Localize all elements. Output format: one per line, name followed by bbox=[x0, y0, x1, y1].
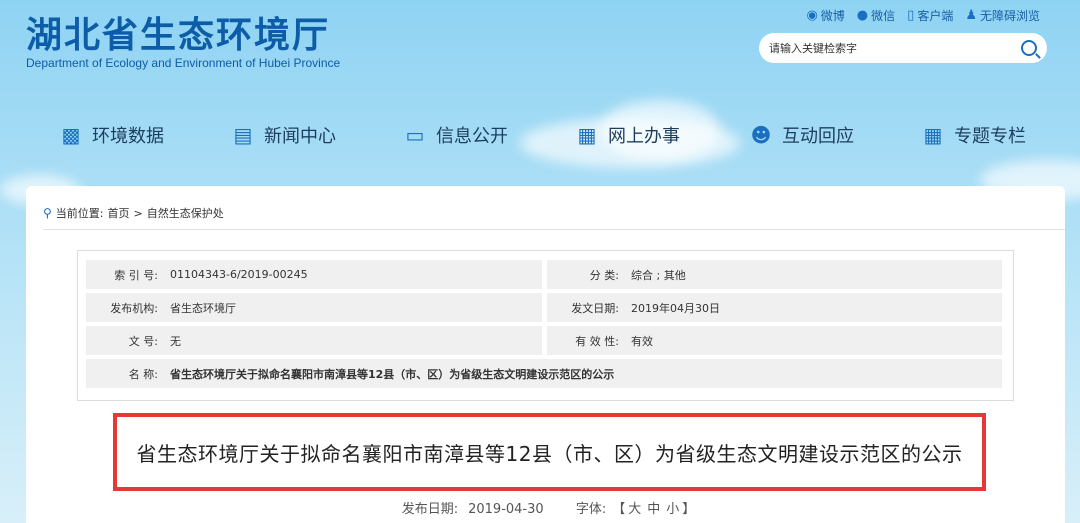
nav-label: 新闻中心 bbox=[264, 126, 336, 147]
meta-cell-validity: 有 效 性: 有效 bbox=[547, 326, 1002, 355]
meta-cell-category: 分 类: 综合 ; 其他 bbox=[547, 260, 1002, 289]
meta-label: 发布机构: bbox=[110, 301, 158, 315]
publish-date-label: 发布日期: bbox=[401, 502, 459, 517]
meta-cell-docno: 文 号: 无 bbox=[86, 326, 542, 355]
breadcrumb-home[interactable]: 首页 bbox=[108, 205, 130, 221]
document-meta-table: 索 引 号: 01104343-6/2019-00245 分 类: 综合 ; 其… bbox=[77, 250, 1014, 401]
meta-row: 索 引 号: 01104343-6/2019-00245 分 类: 综合 ; 其… bbox=[86, 260, 1005, 289]
meta-cell-index: 索 引 号: 01104343-6/2019-00245 bbox=[86, 260, 542, 289]
search-box[interactable]: 请输入关键检索字 bbox=[759, 33, 1047, 63]
font-size-open: 【 bbox=[612, 502, 626, 517]
main-nav: ▩ 环境数据 ▤ 新闻中心 ▭ 信息公开 ▦ 网上办事 ☻ 互动回应 ▦ 专题专… bbox=[0, 118, 1080, 152]
meta-label: 索 引 号: bbox=[114, 268, 158, 282]
wechat-icon: ● bbox=[856, 8, 869, 23]
nav-item-news[interactable]: ▤ 新闻中心 bbox=[232, 118, 336, 152]
nav-label: 环境数据 bbox=[92, 126, 164, 147]
meta-label: 分 类: bbox=[589, 268, 619, 282]
meta-value: 综合 ; 其他 bbox=[631, 268, 686, 282]
nav-item-env-data[interactable]: ▩ 环境数据 bbox=[60, 118, 164, 152]
nav-item-interaction[interactable]: ☻ 互动回应 bbox=[750, 118, 854, 152]
monitor-icon: ▭ bbox=[405, 123, 425, 147]
meta-row: 名 称: 省生态环境厅关于拟命名襄阳市南漳县等12县（市、区）为省级生态文明建设… bbox=[86, 359, 1005, 388]
news-icon: ▤ bbox=[233, 123, 253, 147]
breadcrumb-separator: > bbox=[133, 206, 143, 220]
nav-item-info-public[interactable]: ▭ 信息公开 bbox=[404, 118, 508, 152]
mobile-client-link[interactable]: ▯ 客户端 bbox=[907, 7, 953, 24]
breadcrumb-prefix: 当前位置: bbox=[55, 207, 104, 220]
site-title-cn: 湖北省生态环境厅 bbox=[26, 14, 331, 56]
content-panel: ⚲ 当前位置: 首页 > 自然生态保护处 索 引 号: 01104343-6/2… bbox=[26, 186, 1065, 523]
mobile-client-label: 客户端 bbox=[917, 9, 954, 23]
mobile-icon: ▯ bbox=[907, 8, 915, 23]
top-links: ◉ 微博 ● 微信 ▯ 客户端 ♟ 无障碍浏览 bbox=[806, 7, 1040, 24]
nav-label: 网上办事 bbox=[608, 126, 680, 147]
wechat-link[interactable]: ● 微信 bbox=[857, 7, 895, 24]
meta-row: 发布机构: 省生态环境厅 发文日期: 2019年04月30日 bbox=[86, 293, 1005, 322]
weibo-icon: ◉ bbox=[806, 8, 818, 23]
accessibility-icon: ♟ bbox=[965, 8, 977, 23]
meta-value: 省生态环境厅关于拟命名襄阳市南漳县等12县（市、区）为省级生态文明建设示范区的公… bbox=[170, 367, 615, 381]
site-title-en: Department of Ecology and Environment of… bbox=[26, 56, 341, 70]
font-medium-button[interactable]: 中 bbox=[647, 502, 660, 517]
article-title: 省生态环境厅关于拟命名襄阳市南漳县等12县（市、区）为省级生态文明建设示范区的公… bbox=[136, 441, 963, 466]
nav-label: 信息公开 bbox=[436, 126, 508, 147]
breadcrumb: ⚲ 当前位置: 首页 > 自然生态保护处 bbox=[43, 205, 224, 221]
meta-value: 2019年04月30日 bbox=[631, 301, 720, 315]
meta-label: 有 效 性: bbox=[575, 334, 619, 348]
nav-item-special-topics[interactable]: ▦ 专题专栏 bbox=[922, 118, 1026, 152]
search-input[interactable]: 请输入关键检索字 bbox=[769, 40, 1021, 56]
search-icon[interactable] bbox=[1021, 40, 1037, 56]
font-small-button[interactable]: 小 bbox=[666, 502, 679, 517]
chart-icon: ▩ bbox=[61, 123, 81, 147]
article-title-highlight: 省生态环境厅关于拟命名襄阳市南漳县等12县（市、区）为省级生态文明建设示范区的公… bbox=[113, 413, 986, 491]
meta-label: 名 称: bbox=[128, 367, 158, 381]
meta-label: 发文日期: bbox=[571, 301, 619, 315]
site-logo[interactable]: 湖北省生态环境厅 Department of Ecology and Envir… bbox=[26, 14, 340, 70]
publish-info: 发布日期: 2019-04-30 字体: 【大中小】 bbox=[26, 498, 1065, 517]
meta-cell-name: 名 称: 省生态环境厅关于拟命名襄阳市南漳县等12县（市、区）为省级生态文明建设… bbox=[86, 359, 1002, 388]
people-icon: ☻ bbox=[750, 123, 772, 147]
meta-value: 无 bbox=[170, 334, 181, 348]
meta-value: 省生态环境厅 bbox=[170, 301, 236, 315]
location-pin-icon: ⚲ bbox=[43, 206, 52, 220]
font-large-button[interactable]: 大 bbox=[628, 502, 641, 517]
meta-row: 文 号: 无 有 效 性: 有效 bbox=[86, 326, 1005, 355]
weibo-link[interactable]: ◉ 微博 bbox=[806, 7, 844, 24]
meta-label: 文 号: bbox=[128, 334, 158, 348]
accessibility-label: 无障碍浏览 bbox=[979, 9, 1040, 23]
weibo-label: 微博 bbox=[820, 9, 845, 23]
nav-label: 互动回应 bbox=[782, 126, 854, 147]
wechat-label: 微信 bbox=[871, 9, 896, 23]
breadcrumb-current[interactable]: 自然生态保护处 bbox=[147, 205, 224, 221]
meta-value: 01104343-6/2019-00245 bbox=[170, 268, 308, 281]
publish-date: 2019-04-30 bbox=[468, 502, 544, 517]
meta-cell-publisher: 发布机构: 省生态环境厅 bbox=[86, 293, 542, 322]
divider bbox=[43, 229, 1065, 230]
font-size-close: 】 bbox=[682, 502, 696, 517]
meta-value: 有效 bbox=[631, 334, 653, 348]
accessibility-link[interactable]: ♟ 无障碍浏览 bbox=[965, 7, 1040, 24]
font-size-label: 字体: bbox=[575, 502, 607, 517]
nav-label: 专题专栏 bbox=[954, 126, 1026, 147]
grid-icon: ▦ bbox=[923, 123, 943, 147]
nav-item-online-service[interactable]: ▦ 网上办事 bbox=[576, 118, 680, 152]
meta-cell-date: 发文日期: 2019年04月30日 bbox=[547, 293, 1002, 322]
form-icon: ▦ bbox=[577, 123, 597, 147]
